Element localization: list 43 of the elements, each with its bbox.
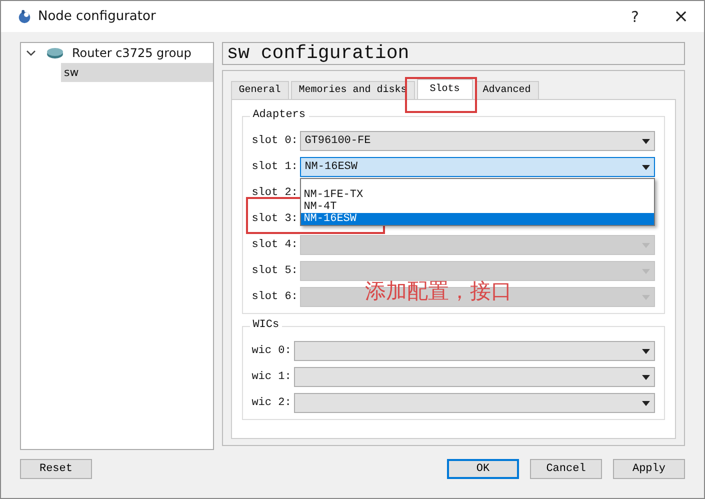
tab[interactable]: Advanced	[474, 81, 539, 99]
wic-dropdown[interactable]	[294, 367, 655, 387]
slot-label: slot 2:	[252, 187, 299, 199]
slot-dropdown[interactable]: NM-16ESW	[300, 157, 655, 177]
dialog-button[interactable]: OK	[447, 459, 519, 479]
tab[interactable]: General	[230, 81, 289, 99]
dropdown-arrow-icon	[642, 348, 650, 354]
slot-label: slot 6:	[252, 291, 299, 303]
wic-label: wic 2:	[252, 397, 292, 409]
tab[interactable]: Slots	[416, 79, 473, 99]
help-button[interactable]: ?	[612, 1, 658, 32]
wic-dropdown[interactable]	[294, 393, 655, 413]
tree-item[interactable]: sw	[61, 63, 213, 82]
wic-dropdown[interactable]	[294, 341, 655, 361]
slot-label: slot 4:	[252, 239, 299, 251]
highlight-rectangle	[405, 77, 477, 113]
dialog-button[interactable]: Reset	[20, 459, 92, 479]
dropdown-option[interactable]: NM-16ESW	[300, 213, 654, 225]
slot-label: slot 3:	[252, 213, 299, 225]
slot-dropdown[interactable]: GT96100-FE	[300, 131, 655, 151]
tree-group-label[interactable]: Router c3725 group	[72, 46, 192, 60]
tab[interactable]: Memories and disks	[290, 81, 415, 99]
app-logo-icon	[17, 9, 32, 24]
annotation-text: 添加配置，接口	[365, 278, 512, 305]
dropdown-arrow-icon	[642, 400, 650, 406]
slot-label: slot 0:	[252, 135, 299, 147]
dropdown-arrow-icon	[642, 374, 650, 380]
dropdown-option[interactable]: NM-4T	[300, 201, 654, 213]
config-header: sw configuration	[222, 42, 685, 65]
slot-label: slot 1:	[252, 161, 299, 173]
slot-label: slot 5:	[252, 265, 299, 277]
dialog-button[interactable]: Cancel	[530, 459, 602, 479]
wic-label: wic 0:	[252, 345, 292, 357]
router-icon	[46, 47, 64, 59]
close-button[interactable]: ×	[658, 1, 704, 32]
dropdown-arrow-icon	[642, 164, 650, 170]
expand-chevron-icon[interactable]	[26, 48, 36, 58]
group-title: Adapters	[250, 109, 309, 121]
dropdown-option[interactable]: NM-1FE-TX	[300, 189, 654, 201]
window-title: Node configurator	[38, 9, 157, 24]
dropdown-arrow-icon	[642, 138, 650, 144]
dialog-button[interactable]: Apply	[613, 459, 685, 479]
wic-label: wic 1:	[252, 371, 292, 383]
